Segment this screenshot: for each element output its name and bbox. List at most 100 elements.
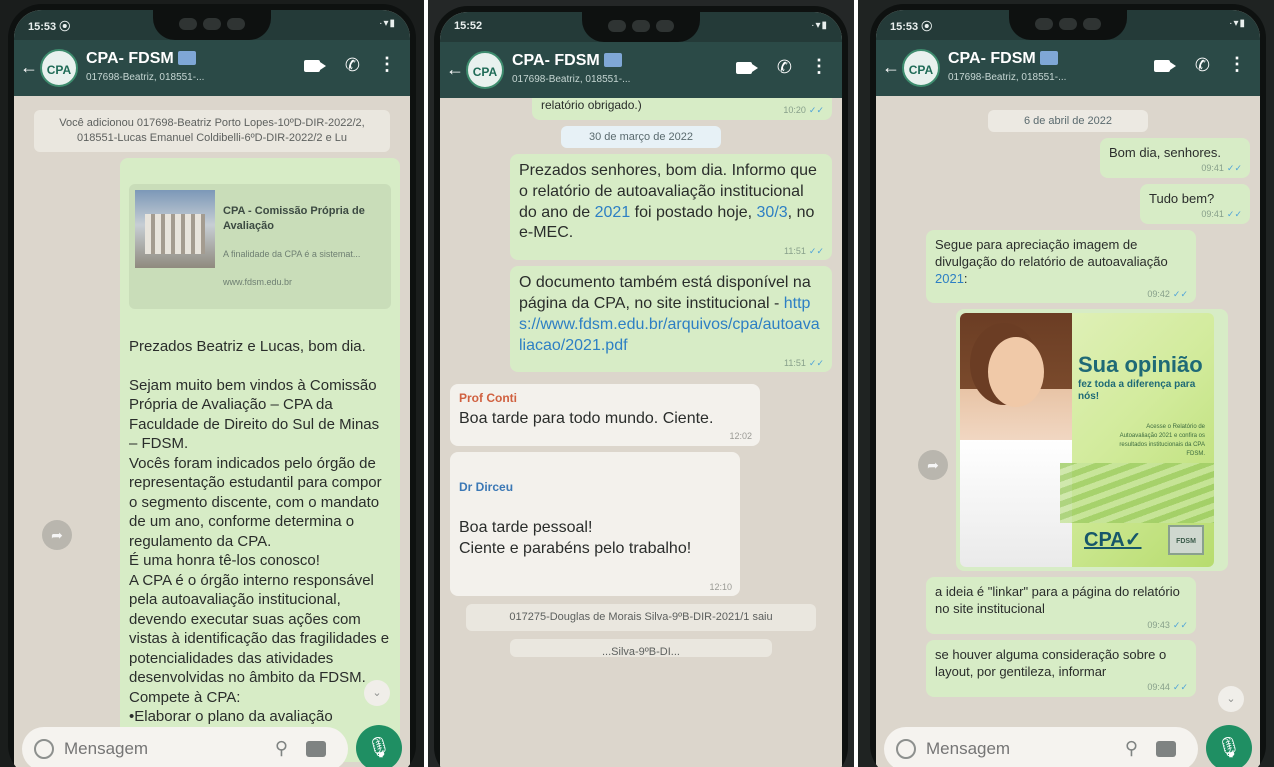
year-link[interactable]: 2021 bbox=[595, 204, 631, 221]
message-input[interactable] bbox=[926, 739, 1056, 759]
message-text: Segue para apreciação imagem de divulgaç… bbox=[935, 236, 1168, 269]
group-title[interactable]: CPA- FDSM bbox=[512, 52, 622, 70]
forward-icon[interactable]: ➦ bbox=[42, 520, 72, 550]
outgoing-message[interactable]: Segue para apreciação imagem de divulgaç… bbox=[926, 229, 1196, 304]
preview-description: A finalidade da CPA é a sistemat... bbox=[223, 249, 361, 260]
message-text: Boa tarde para todo mundo. Ciente. bbox=[459, 409, 714, 427]
cpa-logo: CPA✓ bbox=[1084, 529, 1142, 552]
group-members[interactable]: 017698-Beatriz, 018551-... bbox=[948, 72, 1068, 83]
system-message: Você adicionou 017698-Beatriz Porto Lope… bbox=[34, 110, 390, 152]
link-preview[interactable]: CPA - Comissão Própria de Avaliação A fi… bbox=[129, 184, 391, 310]
message-input-bar: ⚲ bbox=[884, 727, 1198, 767]
group-avatar[interactable]: CPA bbox=[902, 49, 940, 87]
group-avatar[interactable]: CPA bbox=[40, 49, 78, 87]
outgoing-message[interactable]: CPA - Comissão Própria de Avaliação A fi… bbox=[120, 157, 400, 763]
read-ticks-icon: ✓✓ bbox=[1172, 682, 1188, 693]
sender-name[interactable]: Prof Conti bbox=[459, 391, 751, 407]
attach-icon[interactable]: ⚲ bbox=[1125, 738, 1138, 759]
chat-screen: 15:53 ⦿ ·▾▮ ← CPA CPA- FDSM 017698-Beatr… bbox=[14, 10, 410, 767]
forward-icon[interactable]: ➦ bbox=[918, 450, 948, 480]
mic-button[interactable]: 🎙 bbox=[1206, 725, 1252, 767]
group-avatar[interactable]: CPA bbox=[466, 51, 504, 89]
chart-emoji-icon bbox=[603, 53, 622, 67]
camera-notch bbox=[582, 12, 700, 42]
woman-head bbox=[988, 337, 1044, 408]
emoji-icon[interactable] bbox=[34, 739, 54, 759]
incoming-message[interactable]: Dr Dirceu Boa tarde pessoal! Ciente e pa… bbox=[450, 451, 740, 597]
scroll-down-icon[interactable]: ⌄ bbox=[1218, 686, 1244, 712]
incoming-message[interactable]: Prof Conti Boa tarde para todo mundo. Ci… bbox=[450, 384, 760, 446]
message-time: 09:43 bbox=[1147, 619, 1170, 630]
phone-frame: 15:53 ⦿ ·▾▮ ← CPA CPA- FDSM 017698-Beatr… bbox=[870, 4, 1266, 767]
message-text: Prezados Beatriz e Lucas, bom dia. Sejam… bbox=[129, 337, 390, 745]
preview-url: www.fdsm.edu.br bbox=[223, 277, 293, 288]
group-title-text: CPA- FDSM bbox=[512, 52, 600, 69]
message-text: Bom dia, senhores. bbox=[1109, 145, 1222, 160]
more-options-icon[interactable]: ⋮ bbox=[1228, 54, 1246, 75]
chat-area: Você adicionou 017698-Beatriz Porto Lope… bbox=[14, 96, 410, 767]
message-text: Tudo bem? bbox=[1149, 190, 1215, 206]
mic-button[interactable]: 🎙 bbox=[356, 725, 402, 767]
message-time: 12:10 bbox=[709, 581, 732, 592]
group-members[interactable]: 017698-Beatriz, 018551-... bbox=[512, 74, 632, 85]
outgoing-message-cut[interactable]: relatório obrigado.) 10:20 ✓✓ bbox=[532, 98, 832, 120]
year-link[interactable]: 2021 bbox=[935, 271, 964, 286]
emoji-icon[interactable] bbox=[896, 739, 916, 759]
back-arrow-icon[interactable]: ← bbox=[446, 59, 464, 80]
video-call-icon[interactable] bbox=[304, 60, 326, 72]
chart-emoji-icon bbox=[1039, 51, 1058, 65]
outgoing-message[interactable]: Tudo bem? 09:41 ✓✓ bbox=[1140, 183, 1250, 224]
message-text-b: : bbox=[963, 270, 968, 286]
message-input[interactable] bbox=[64, 739, 194, 759]
scroll-down-icon[interactable]: ⌄ bbox=[364, 680, 390, 706]
outgoing-message[interactable]: Bom dia, senhores. 09:41 ✓✓ bbox=[1100, 138, 1250, 178]
group-title-text: CPA- FDSM bbox=[948, 50, 1036, 67]
status-time: 15:52 bbox=[454, 20, 483, 32]
promo-subline: fez toda a diferença para nós! bbox=[1078, 379, 1196, 403]
message-time: 12:02 bbox=[729, 431, 752, 442]
video-call-icon[interactable] bbox=[1154, 60, 1176, 72]
voice-call-icon[interactable]: ✆ bbox=[1195, 55, 1210, 76]
camera-notch bbox=[153, 10, 271, 40]
status-time: 15:53 ⦿ bbox=[28, 21, 71, 33]
outgoing-message[interactable]: a ideia é "linkar" para a página do rela… bbox=[926, 577, 1196, 635]
image-message[interactable]: Sua opinião fez toda a diferença para nó… bbox=[956, 309, 1228, 572]
chat-screen: 15:52 ·▾▮ ← CPA CPA- FDSM 017698-Beatriz… bbox=[440, 12, 842, 767]
group-title[interactable]: CPA- FDSM bbox=[948, 50, 1058, 68]
back-arrow-icon[interactable]: ← bbox=[882, 57, 900, 78]
outgoing-message[interactable]: se houver alguma consideração sobre o la… bbox=[926, 640, 1196, 698]
message-time: 10:20 bbox=[783, 105, 806, 116]
chat-screen: 15:53 ⦿ ·▾▮ ← CPA CPA- FDSM 017698-Beatr… bbox=[876, 10, 1260, 767]
outgoing-message[interactable]: O documento também está disponível na pá… bbox=[510, 266, 832, 373]
message-text: a ideia é "linkar" para a página do rela… bbox=[935, 584, 1180, 617]
chat-area: 6 de abril de 2022 Bom dia, senhores. 09… bbox=[876, 96, 1260, 767]
more-options-icon[interactable]: ⋮ bbox=[810, 56, 828, 77]
signal-battery-icons: ·▾▮ bbox=[811, 20, 828, 31]
voice-call-icon[interactable]: ✆ bbox=[777, 57, 792, 78]
sender-name[interactable]: Dr Dirceu bbox=[459, 480, 731, 496]
message-time: 09:41 bbox=[1201, 209, 1224, 220]
group-title-text: CPA- FDSM bbox=[86, 50, 174, 67]
fdsm-logo: FDSM bbox=[1168, 525, 1204, 556]
read-ticks-icon: ✓✓ bbox=[808, 105, 824, 116]
more-options-icon[interactable]: ⋮ bbox=[378, 54, 396, 75]
read-ticks-icon: ✓✓ bbox=[1226, 163, 1242, 174]
building-thumbnail bbox=[135, 190, 215, 269]
group-members[interactable]: 017698-Beatriz, 018551-... bbox=[86, 72, 206, 83]
chat-header: ← CPA CPA- FDSM 017698-Beatriz, 018551-.… bbox=[440, 42, 842, 98]
group-title[interactable]: CPA- FDSM bbox=[86, 50, 196, 68]
date-link[interactable]: 30/3 bbox=[757, 204, 788, 221]
phone-frame: 15:53 ⦿ ·▾▮ ← CPA CPA- FDSM 017698-Beatr… bbox=[8, 4, 416, 767]
outgoing-message[interactable]: Prezados senhores, bom dia. Informo que … bbox=[510, 154, 832, 261]
voice-call-icon[interactable]: ✆ bbox=[345, 55, 360, 76]
message-time: 09:42 bbox=[1147, 288, 1170, 299]
back-arrow-icon[interactable]: ← bbox=[20, 57, 38, 78]
promo-headline: Sua opinião bbox=[1078, 352, 1203, 378]
camera-icon[interactable] bbox=[1156, 741, 1176, 757]
leaves-graphic bbox=[1060, 463, 1214, 524]
video-call-icon[interactable] bbox=[736, 62, 758, 74]
promo-image[interactable]: Sua opinião fez toda a diferença para nó… bbox=[960, 313, 1214, 568]
attach-icon[interactable]: ⚲ bbox=[275, 738, 288, 759]
camera-notch bbox=[1009, 10, 1127, 40]
camera-icon[interactable] bbox=[306, 741, 326, 757]
